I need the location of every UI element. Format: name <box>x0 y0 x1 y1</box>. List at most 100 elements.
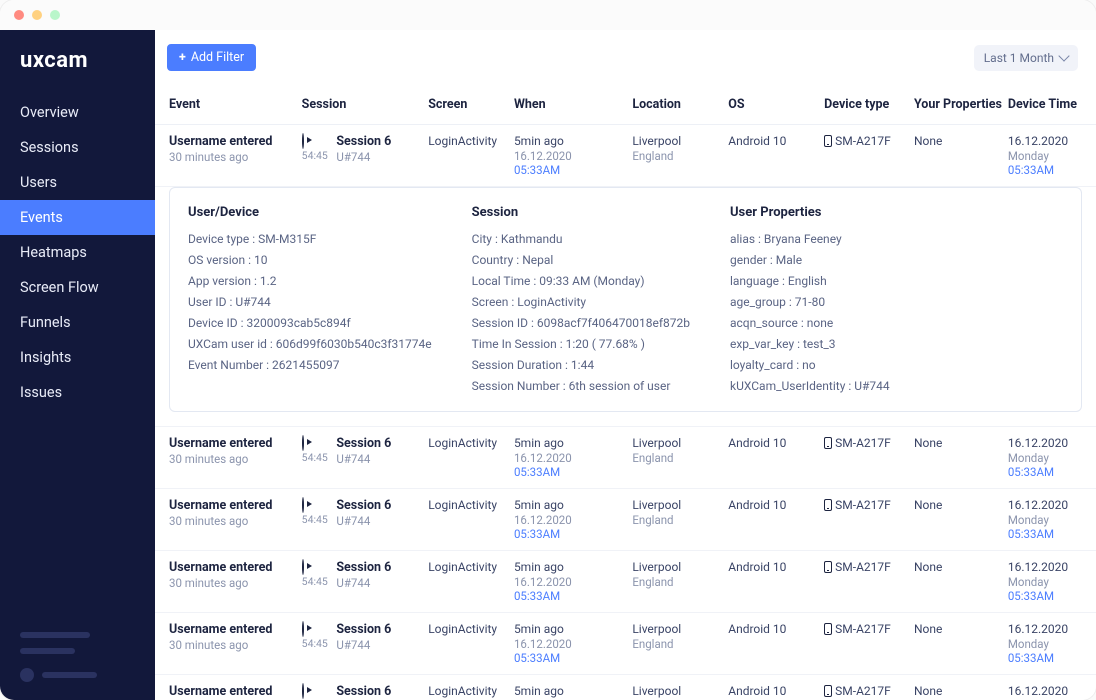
device-day: Monday 05:33AM <box>1008 451 1088 479</box>
session-name[interactable]: Session 6 <box>336 436 406 451</box>
table-row[interactable]: Username entered30 minutes ago54:45Sessi… <box>155 612 1096 674</box>
col-your-properties[interactable]: Your Properties <box>900 85 994 125</box>
detail-line: age_group : 71-80 <box>730 292 890 313</box>
minimize-dot[interactable] <box>32 10 42 20</box>
device-date: 16.12.2020 <box>1008 436 1088 450</box>
session-name[interactable]: Session 6 <box>336 498 406 513</box>
sidebar-item-heatmaps[interactable]: Heatmaps <box>0 235 155 270</box>
detail-title: Session <box>472 202 690 225</box>
table-row[interactable]: Username entered30 minutes ago54:45Sessi… <box>155 674 1096 700</box>
table-row[interactable]: Username entered30 minutes ago54:45Sessi… <box>155 125 1096 187</box>
location-city: Liverpool <box>632 622 706 636</box>
device-type: SM-A217F <box>810 612 900 674</box>
event-name: Username entered <box>169 134 280 149</box>
your-properties: None <box>900 674 994 700</box>
when-abs: 16.12.2020 05:33AM <box>514 451 610 479</box>
detail-title: User Properties <box>730 202 890 225</box>
event-name: Username entered <box>169 560 280 575</box>
logo: uxcam <box>0 30 155 95</box>
device-date: 16.12.2020 <box>1008 498 1088 512</box>
col-location[interactable]: Location <box>618 85 714 125</box>
location-country: England <box>632 451 706 465</box>
when-rel: 5min ago <box>514 684 610 698</box>
toolbar: + Add Filter Last 1 Month <box>155 30 1096 85</box>
when-abs: 16.12.2020 05:33AM <box>514 149 610 177</box>
detail-line: Time In Session : 1:20 ( 77.68% ) <box>472 334 690 355</box>
col-event[interactable]: Event <box>155 85 288 125</box>
device-type: SM-A217F <box>810 674 900 700</box>
play-icon[interactable] <box>302 683 304 699</box>
location-country: England <box>632 149 706 163</box>
sidebar-item-overview[interactable]: Overview <box>0 95 155 130</box>
phone-icon <box>824 623 832 635</box>
detail-line: gender : Male <box>730 250 890 271</box>
play-icon[interactable] <box>302 435 304 451</box>
session-name[interactable]: Session 6 <box>336 622 406 637</box>
add-filter-button[interactable]: + Add Filter <box>167 44 256 71</box>
detail-line: Session Number : 6th session of user <box>472 376 690 397</box>
col-os[interactable]: OS <box>714 85 810 125</box>
device-day: Monday 05:33AM <box>1008 513 1088 541</box>
session-name[interactable]: Session 6 <box>336 560 406 575</box>
events-table: EventSessionScreenWhenLocationOSDevice t… <box>155 85 1096 700</box>
detail-line: kUXCam_UserIdentity : U#744 <box>730 376 890 397</box>
detail-title: User/Device <box>188 202 432 225</box>
sidebar: uxcam OverviewSessionsUsersEventsHeatmap… <box>0 30 155 700</box>
detail-line: Screen : LoginActivity <box>472 292 690 313</box>
your-properties: None <box>900 550 994 612</box>
play-icon[interactable] <box>302 621 304 637</box>
event-name: Username entered <box>169 436 280 451</box>
phone-icon <box>824 499 832 511</box>
table-row[interactable]: Username entered30 minutes ago54:45Sessi… <box>155 488 1096 550</box>
date-range-dropdown[interactable]: Last 1 Month <box>974 45 1078 71</box>
detail-line: UXCam user id : 606d99f6030b540c3f31774e <box>188 334 432 355</box>
session-name[interactable]: Session 6 <box>336 134 406 149</box>
play-icon[interactable] <box>302 497 304 513</box>
detail-line: Event Number : 2621455097 <box>188 355 432 376</box>
col-session[interactable]: Session <box>288 85 415 125</box>
os-name: Android 10 <box>714 125 810 187</box>
table-row[interactable]: Username entered30 minutes ago54:45Sessi… <box>155 426 1096 488</box>
detail-line: City : Kathmandu <box>472 229 690 250</box>
sidebar-item-events[interactable]: Events <box>0 200 155 235</box>
col-device-type[interactable]: Device type <box>810 85 900 125</box>
table-row[interactable]: Username entered30 minutes ago 54:45 Sessi… <box>155 550 1096 612</box>
sidebar-item-funnels[interactable]: Funnels <box>0 305 155 340</box>
screen-name: LoginActivity <box>414 612 500 674</box>
session-duration: 54:45 <box>302 513 328 526</box>
plus-icon: + <box>179 50 186 65</box>
col-screen[interactable]: Screen <box>414 85 500 125</box>
phone-icon <box>824 685 832 697</box>
sidebar-item-users[interactable]: Users <box>0 165 155 200</box>
session-duration: 54:45 <box>302 575 328 588</box>
sidebar-item-sessions[interactable]: Sessions <box>0 130 155 165</box>
session-user: U#744 <box>336 576 406 590</box>
detail-line: loyalty_card : no <box>730 355 890 376</box>
session-name[interactable]: Session 6 <box>336 684 406 699</box>
detail-line: App version : 1.2 <box>188 271 432 292</box>
device-type: SM-A217F <box>810 125 900 187</box>
play-icon[interactable] <box>302 559 304 575</box>
location-city: Liverpool <box>632 134 706 148</box>
location-city: Liverpool <box>632 560 706 574</box>
sidebar-item-insights[interactable]: Insights <box>0 340 155 375</box>
event-subtext: 30 minutes ago <box>169 576 280 590</box>
event-name: Username entered <box>169 684 280 699</box>
when-rel: 5min ago <box>514 498 610 512</box>
zoom-dot[interactable] <box>50 10 60 20</box>
your-properties: None <box>900 612 994 674</box>
when-rel: 5min ago <box>514 134 610 148</box>
location-country: England <box>632 513 706 527</box>
col-device-time[interactable]: Device Time <box>994 85 1096 125</box>
device-date: 16.12.2020 <box>1008 560 1088 574</box>
detail-line: Country : Nepal <box>472 250 690 271</box>
col-when[interactable]: When <box>500 85 618 125</box>
location-country: England <box>632 637 706 651</box>
close-dot[interactable] <box>14 10 24 20</box>
sidebar-item-issues[interactable]: Issues <box>0 375 155 410</box>
play-icon[interactable] <box>302 133 304 149</box>
sidebar-item-screen-flow[interactable]: Screen Flow <box>0 270 155 305</box>
chevron-down-icon <box>1058 50 1069 61</box>
detail-line: Local Time : 09:33 AM (Monday) <box>472 271 690 292</box>
screen-name: LoginActivity <box>414 426 500 488</box>
